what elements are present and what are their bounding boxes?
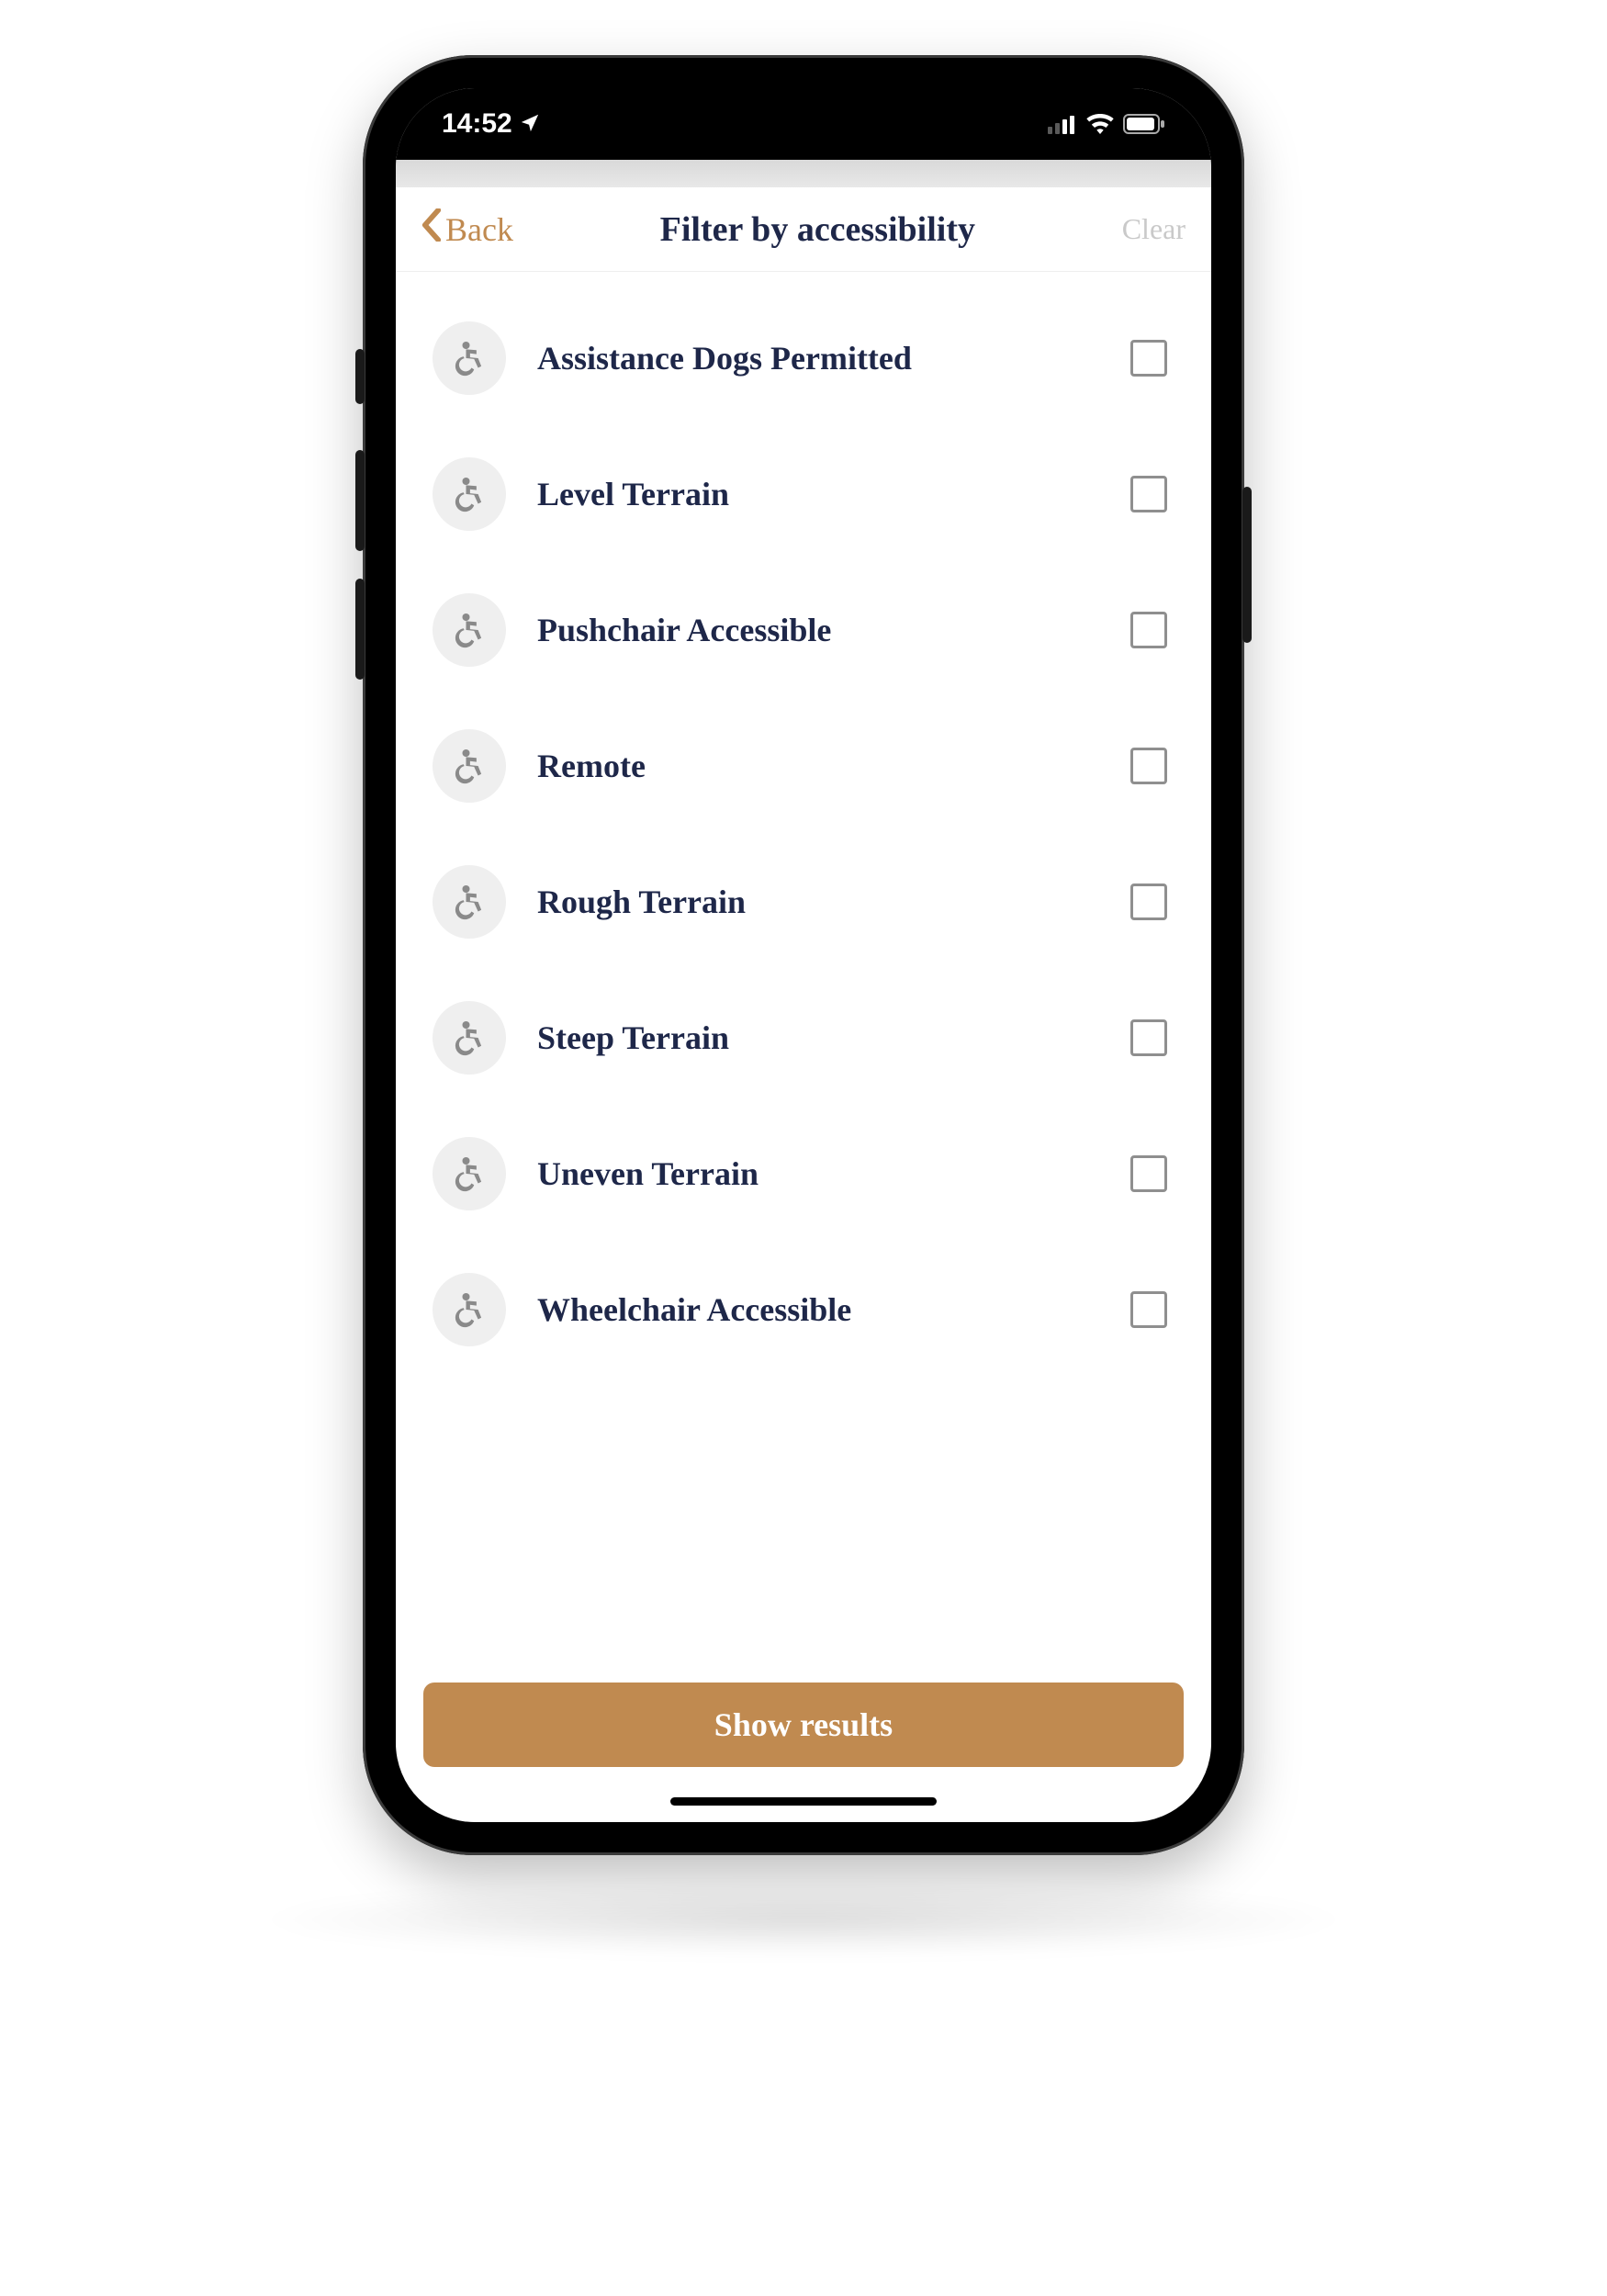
wheelchair-icon	[433, 865, 506, 939]
filter-checkbox[interactable]	[1130, 612, 1167, 648]
wheelchair-icon	[433, 1001, 506, 1075]
wifi-icon	[1086, 114, 1114, 134]
wheelchair-icon	[433, 729, 506, 803]
filter-label: Wheelchair Accessible	[537, 1290, 1099, 1329]
filter-label: Level Terrain	[537, 475, 1099, 513]
wheelchair-icon	[433, 457, 506, 531]
filter-checkbox[interactable]	[1130, 476, 1167, 512]
location-arrow-icon	[520, 108, 540, 140]
phone-power-button	[1242, 487, 1252, 643]
phone-frame: 14:52	[363, 55, 1244, 1855]
status-time: 14:52	[442, 108, 512, 140]
filter-label: Remote	[537, 747, 1099, 785]
wheelchair-icon	[433, 1137, 506, 1210]
wheelchair-icon	[433, 321, 506, 395]
screen: 14:52	[396, 88, 1211, 1822]
back-button[interactable]: Back	[421, 208, 513, 250]
filter-row-remote[interactable]: Remote	[433, 698, 1174, 834]
wheelchair-icon	[433, 1273, 506, 1346]
filter-checkbox[interactable]	[1130, 1155, 1167, 1192]
filter-label: Pushchair Accessible	[537, 611, 1099, 649]
home-indicator[interactable]	[670, 1797, 937, 1806]
filter-label: Steep Terrain	[537, 1019, 1099, 1057]
filter-row-steep-terrain[interactable]: Steep Terrain	[433, 970, 1174, 1106]
filter-row-rough-terrain[interactable]: Rough Terrain	[433, 834, 1174, 970]
filter-list: Assistance Dogs Permitted Level Terrain	[396, 272, 1211, 1657]
filter-row-wheelchair[interactable]: Wheelchair Accessible	[433, 1242, 1174, 1378]
filter-row-pushchair[interactable]: Pushchair Accessible	[433, 562, 1174, 698]
modal-backdrop-sliver	[396, 160, 1211, 187]
filter-row-uneven-terrain[interactable]: Uneven Terrain	[433, 1106, 1174, 1242]
chevron-left-icon	[421, 208, 442, 250]
filter-checkbox[interactable]	[1130, 884, 1167, 920]
battery-icon	[1123, 114, 1165, 134]
phone-volume-down	[355, 579, 365, 680]
filter-checkbox[interactable]	[1130, 340, 1167, 377]
notch	[624, 88, 983, 140]
filter-row-level-terrain[interactable]: Level Terrain	[433, 426, 1174, 562]
clear-button[interactable]: Clear	[1122, 212, 1186, 246]
wheelchair-icon	[433, 593, 506, 667]
navbar: Back Filter by accessibility Clear	[396, 187, 1211, 272]
filter-checkbox[interactable]	[1130, 1291, 1167, 1328]
phone-volume-up	[355, 450, 365, 551]
cell-signal-icon	[1048, 114, 1077, 134]
filter-label: Uneven Terrain	[537, 1154, 1099, 1193]
show-results-button[interactable]: Show results	[423, 1683, 1184, 1767]
filter-row-assistance-dogs[interactable]: Assistance Dogs Permitted	[433, 290, 1174, 426]
filter-label: Rough Terrain	[537, 883, 1099, 921]
device-shadow	[253, 1883, 1354, 1956]
filter-label: Assistance Dogs Permitted	[537, 339, 1099, 377]
back-label: Back	[445, 210, 513, 249]
filter-checkbox[interactable]	[1130, 748, 1167, 784]
page-title: Filter by accessibility	[513, 209, 1122, 250]
phone-mute-switch	[355, 349, 365, 404]
filter-checkbox[interactable]	[1130, 1019, 1167, 1056]
